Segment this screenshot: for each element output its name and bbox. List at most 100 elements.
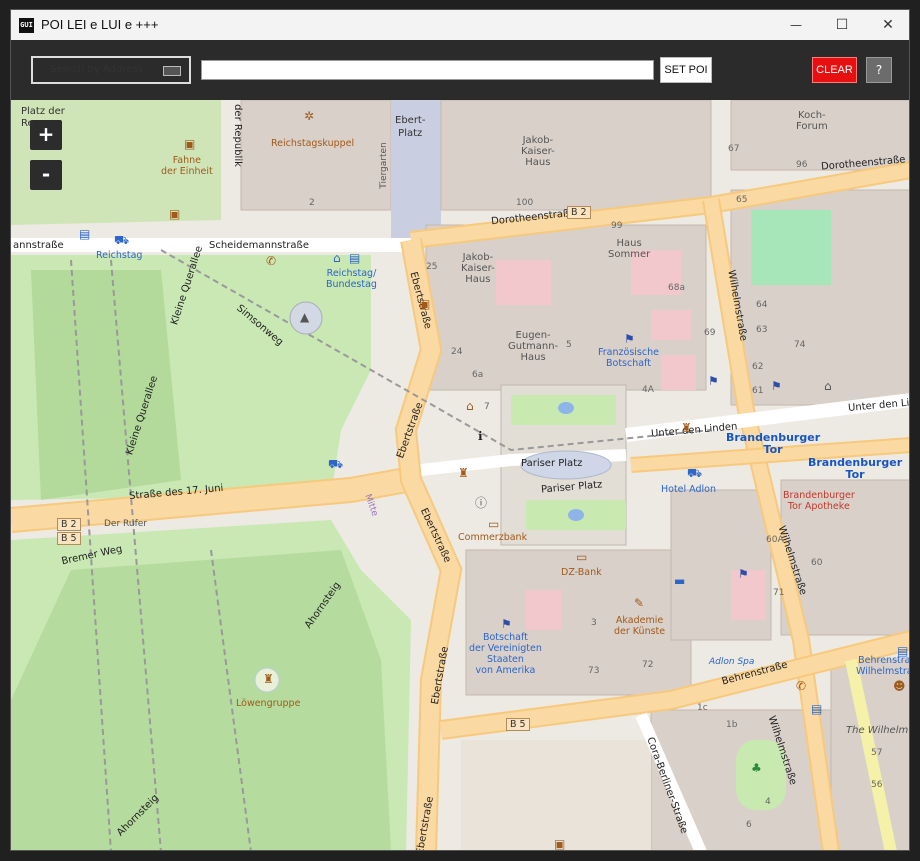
- place-label: Jakob- Kaiser- Haus: [461, 252, 495, 285]
- house-number: 73: [588, 666, 600, 676]
- set-poi-button[interactable]: SET POI: [660, 57, 712, 83]
- house-number: 2: [309, 198, 315, 208]
- maximize-button[interactable]: ☐: [819, 10, 865, 40]
- fountain-south: [568, 509, 584, 521]
- house-number: 64: [756, 300, 768, 310]
- info-icon[interactable]: ℹ: [478, 430, 483, 442]
- building-pink-5: [526, 590, 561, 630]
- street-label: Pariser Platz: [521, 458, 583, 469]
- street-label: Scheidemannstraße: [209, 240, 309, 251]
- place-label: Koch- Forum: [796, 110, 828, 132]
- bank-icon[interactable]: ▭: [576, 551, 587, 563]
- house-number: 4A: [642, 385, 654, 395]
- museum-icon[interactable]: ⌂: [466, 400, 474, 412]
- road-ref-badge: B 5: [57, 532, 81, 545]
- place-label: Re: [21, 118, 34, 129]
- minimize-button[interactable]: —: [773, 10, 819, 40]
- house-number: 71: [773, 588, 785, 598]
- green-courtyard: [751, 210, 831, 285]
- place-label: Ebert- Platz: [395, 115, 426, 139]
- memorial-icon[interactable]: ▣: [169, 208, 180, 220]
- place-label: Commerzbank: [458, 532, 528, 543]
- dropdown-menu-icon: [163, 66, 181, 76]
- house-number: 6a: [472, 370, 484, 380]
- jakob-kaiser-haus-north: [440, 100, 712, 211]
- house-number: 69: [704, 328, 716, 338]
- map-view[interactable]: + - Dorotheenstraße Dorotheenstraße Sche…: [11, 100, 910, 850]
- statue-icon[interactable]: ♜: [263, 673, 274, 685]
- place-label: Eugen- Gutmann- Haus: [508, 330, 559, 363]
- clear-button[interactable]: CLEAR: [812, 57, 857, 83]
- viewpoint-icon[interactable]: ✲: [304, 110, 314, 122]
- place-label: Hotel Adlon: [661, 484, 717, 495]
- house-number: 62: [752, 362, 764, 372]
- museum-icon[interactable]: ⌂: [824, 380, 832, 392]
- street-label: annstraße: [13, 240, 64, 251]
- woodland-area: [31, 270, 181, 500]
- place-label: DZ-Bank: [561, 567, 602, 578]
- house-number: 4: [765, 797, 771, 807]
- bus-stop-icon[interactable]: ▤: [349, 252, 360, 264]
- house-number: 60A: [766, 535, 784, 545]
- house-number: 72: [642, 660, 654, 670]
- soviet-memorial-icon[interactable]: ▲: [300, 311, 309, 323]
- taxi-icon[interactable]: ⛟: [114, 234, 129, 246]
- address-input[interactable]: [201, 60, 654, 80]
- bus-stop-icon[interactable]: ▤: [811, 703, 822, 715]
- house-number: 99: [611, 221, 623, 231]
- monument-icon[interactable]: ♜: [681, 422, 692, 434]
- memorial-icon[interactable]: ▣: [184, 138, 195, 150]
- zoom-in-button[interactable]: +: [30, 120, 62, 150]
- embassy-flag-icon[interactable]: ⚑: [501, 618, 512, 630]
- house-number: 6: [746, 820, 752, 830]
- arts-centre-icon[interactable]: ✎: [634, 597, 644, 609]
- hotel-bed-icon[interactable]: ▬: [674, 575, 685, 587]
- embassy-flag-icon[interactable]: ⚑: [708, 375, 719, 387]
- playground-icon[interactable]: ♣: [751, 762, 762, 774]
- window-title: POI LEI e LUI e +++: [41, 17, 159, 32]
- bus-stop-icon[interactable]: ▤: [897, 645, 908, 657]
- place-label: Löwengruppe: [236, 698, 301, 709]
- parliament-icon[interactable]: ⌂: [333, 252, 341, 264]
- place-label: Brandenburger Tor Apotheke: [783, 490, 855, 512]
- minimize-icon: —: [790, 18, 802, 32]
- fountain-north: [558, 402, 574, 414]
- building-east: [831, 320, 909, 400]
- embassy-flag-icon[interactable]: ⚑: [624, 333, 635, 345]
- house-number: 57: [871, 748, 883, 758]
- taxi-icon[interactable]: ⛟: [328, 458, 343, 470]
- search-by-address-button[interactable]: Search by Address: [31, 56, 191, 84]
- memorial-icon[interactable]: ▣: [554, 838, 565, 850]
- reichstag-building: [240, 100, 392, 211]
- memorial-icon[interactable]: ▣: [419, 298, 430, 310]
- place-label: The Wilhelm: [846, 725, 909, 736]
- zoom-out-button[interactable]: -: [30, 160, 62, 190]
- place-label: Akademie der Künste: [614, 615, 666, 637]
- people-icon[interactable]: ☻: [893, 680, 906, 692]
- building-pink-1: [496, 260, 551, 305]
- phone-icon[interactable]: ✆: [796, 680, 806, 692]
- bus-stop-icon[interactable]: ▤: [79, 228, 90, 240]
- house-number: 1c: [697, 703, 708, 713]
- place-label: Der Rufer: [104, 519, 147, 529]
- close-button[interactable]: ✕: [865, 10, 909, 40]
- embassy-flag-icon[interactable]: ⚑: [771, 380, 782, 392]
- app-window: GUI POI LEI e LUI e +++ — ☐ ✕ Search by …: [10, 9, 910, 851]
- help-button[interactable]: ?: [866, 57, 892, 83]
- phone-icon[interactable]: ✆: [266, 255, 276, 267]
- area-label-tiergarten: Tiergarten: [378, 142, 389, 189]
- house-number: 100: [516, 198, 534, 208]
- house-number: 7: [484, 402, 490, 412]
- title-bar: GUI POI LEI e LUI e +++ — ☐ ✕: [11, 10, 909, 40]
- road-ref-badge: B 2: [57, 518, 81, 531]
- bank-icon[interactable]: ▭: [488, 518, 499, 530]
- place-label: Behrenstra Wilhelmstra: [856, 655, 910, 677]
- info-point-icon[interactable]: ⓘ: [475, 497, 487, 509]
- hotel-icon[interactable]: ⛟: [687, 467, 702, 479]
- statue-icon[interactable]: ♜: [458, 467, 469, 479]
- house-number: 5: [566, 340, 572, 350]
- close-icon: ✕: [882, 17, 894, 33]
- embassy-flag-icon[interactable]: ⚑: [738, 568, 749, 580]
- maximize-icon: ☐: [835, 17, 849, 33]
- house-number: 63: [756, 325, 768, 335]
